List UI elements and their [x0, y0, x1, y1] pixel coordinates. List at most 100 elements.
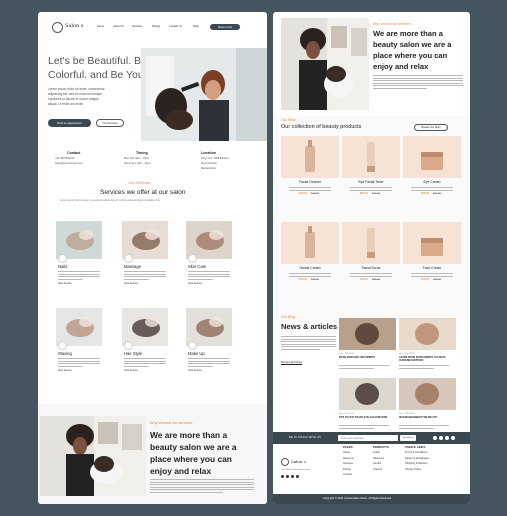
- landing-page-right: Why choose our services We are more than…: [273, 12, 470, 504]
- service-badge-icon: [58, 341, 67, 350]
- product-name[interactable]: Facial Scrub: [342, 266, 400, 270]
- contact-phone[interactable]: +91 9876543210: [55, 157, 75, 161]
- blog-image[interactable]: [339, 378, 396, 410]
- product-image[interactable]: [342, 136, 400, 178]
- footer-pages-link[interactable]: Home: [343, 451, 350, 455]
- view-service-link[interactable]: View Service: [58, 369, 72, 372]
- service-badge-icon: [58, 254, 67, 263]
- brand-name[interactable]: Salon s: [65, 24, 83, 29]
- footer-logo-icon[interactable]: [281, 458, 289, 466]
- product-image[interactable]: [281, 136, 339, 178]
- logo-icon[interactable]: [52, 22, 63, 33]
- footer-links-link[interactable]: Terms & Conditions: [405, 451, 428, 455]
- service-badge-icon: [124, 341, 133, 350]
- blog-post-title[interactable]: LOREM IPSUM SUPPLEMENTS YOU MUST CONSUME…: [399, 357, 456, 362]
- nav-about[interactable]: About Us: [113, 25, 124, 29]
- view-service-link[interactable]: View Service: [58, 282, 72, 285]
- facebook-icon[interactable]: [433, 436, 437, 440]
- book-appointment-button[interactable]: Book an appointment: [48, 119, 91, 127]
- product-name[interactable]: Face Cream: [403, 266, 461, 270]
- why2-title-line-4: enjoy and relax: [373, 62, 429, 71]
- footer-facebook-icon[interactable]: [281, 475, 284, 478]
- newsletter-email-input[interactable]: [338, 435, 398, 441]
- blog-image[interactable]: [399, 318, 456, 350]
- landing-page-left: Salon s Home About Us Services Pricing C…: [38, 12, 267, 504]
- product-name[interactable]: Eye Facial Toner: [342, 180, 400, 184]
- product-description: [411, 187, 453, 191]
- product-image[interactable]: [403, 222, 461, 264]
- nav-shop[interactable]: Shop: [193, 25, 199, 29]
- blog-image[interactable]: [339, 318, 396, 350]
- youtube-icon[interactable]: [451, 436, 455, 440]
- blog-excerpt: [339, 365, 389, 369]
- footer-pages-link[interactable]: Contact: [343, 473, 352, 477]
- service-description: [124, 358, 166, 367]
- service-name: Waxing: [58, 351, 72, 356]
- service-name: Make Up: [188, 351, 205, 356]
- blog-post-title[interactable]: BASIC SKINCARE TREATMENTS: [339, 357, 396, 360]
- product-name[interactable]: Hands Cream: [281, 266, 339, 270]
- nav-contact[interactable]: Contact Us: [169, 25, 182, 29]
- view-service-link[interactable]: View Service: [188, 282, 202, 285]
- why-image-2: [281, 18, 369, 110]
- instagram-icon[interactable]: [445, 436, 449, 440]
- footer-brand: Salon s: [291, 459, 306, 464]
- footer-youtube-icon[interactable]: [296, 475, 299, 478]
- why-body-text: [150, 479, 254, 493]
- why-title-line-1: We are more than a: [150, 430, 228, 440]
- newsletter-label: BE IN TOUCH WITH US: [289, 436, 322, 439]
- service-name: Hair Style: [124, 351, 143, 356]
- footer-pages-link[interactable]: Pricing: [343, 468, 351, 472]
- product-description: [289, 273, 331, 277]
- twitter-icon[interactable]: [439, 436, 443, 440]
- footer-pages-link[interactable]: Services: [343, 462, 353, 466]
- blog-meta: Hair · 12/12/2021: [399, 413, 415, 415]
- blog-post-title[interactable]: TIPS TO FAST TRACK EYELASH DURATION: [339, 417, 396, 420]
- product-name[interactable]: Eye Cream: [403, 180, 461, 184]
- footer-products-link[interactable]: Shampoo: [373, 457, 384, 461]
- footer-instagram-icon[interactable]: [291, 475, 294, 478]
- service-description: [188, 271, 230, 280]
- footer-products-link[interactable]: Lotion: [373, 451, 380, 455]
- location-line-3: Maharashtra: [201, 167, 216, 170]
- footer-links-link[interactable]: Return & Exchanges: [405, 457, 429, 461]
- hero-title-line-1: Let's be Beautiful. Be: [48, 55, 147, 67]
- view-service-link[interactable]: View Service: [124, 369, 138, 372]
- product-description: [289, 187, 331, 191]
- copyright-text: Copyright © 2021 | Snow Flake Online. Al…: [323, 496, 392, 500]
- footer-twitter-icon[interactable]: [286, 475, 289, 478]
- reserve-button[interactable]: Reserve Now: [210, 24, 240, 30]
- footer-links-link[interactable]: Privacy Policy: [405, 468, 421, 472]
- product-image[interactable]: [342, 222, 400, 264]
- footer-products-heading: PRODUCTS: [373, 445, 389, 449]
- view-service-link[interactable]: View Service: [188, 369, 202, 372]
- nav-services[interactable]: Services: [132, 25, 142, 29]
- product-price: $58.00: [299, 192, 307, 195]
- footer-links-link[interactable]: Shipping & Delivery: [405, 462, 428, 466]
- product-old-price: $74.00: [311, 278, 319, 281]
- nav-home[interactable]: Home: [97, 25, 104, 29]
- view-service-link[interactable]: View Service: [124, 282, 138, 285]
- blog-post-title[interactable]: SKIN MANAGEMENT FOR BEAUTY: [399, 417, 456, 420]
- nav-pricing[interactable]: Pricing: [152, 25, 160, 29]
- footer-products-link[interactable]: Scrubs: [373, 462, 381, 466]
- join-button[interactable]: Join with us: [400, 435, 416, 441]
- browse-shop-button[interactable]: Browse Our Shop: [414, 124, 448, 131]
- our-services-button[interactable]: Our Services: [96, 119, 124, 127]
- timing-title: Timing: [136, 151, 148, 155]
- product-name[interactable]: Facial Cleaner: [281, 180, 339, 184]
- contact-email[interactable]: salon@yourdomain.com: [55, 162, 83, 166]
- service-description: [58, 271, 100, 280]
- why-kicker-2: Why choose our services: [373, 22, 411, 26]
- blog-meta: Hair · 12/12/2021: [339, 353, 355, 355]
- footer-pages-link[interactable]: About Us: [343, 457, 354, 461]
- location-line-1: Ring no 6, 1998 Banipur: [201, 157, 229, 160]
- footer-products-link[interactable]: Creams: [373, 468, 382, 472]
- product-image[interactable]: [281, 222, 339, 264]
- hero-desc-2: adipiscing elit, sed do eiusmod tempor: [48, 92, 103, 96]
- product-image[interactable]: [403, 136, 461, 178]
- blog-image[interactable]: [399, 378, 456, 410]
- browse-articles-link[interactable]: Browse all Articles: [281, 361, 302, 365]
- service-badge-icon: [188, 341, 197, 350]
- product-description: [350, 187, 392, 191]
